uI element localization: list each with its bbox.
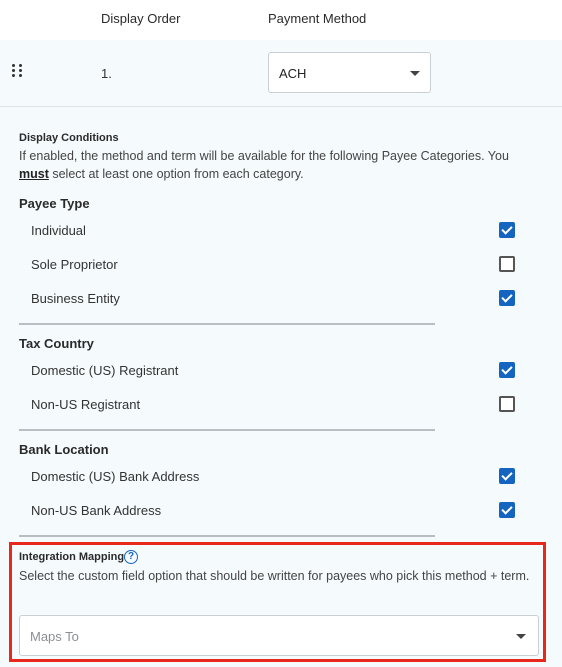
checkbox-individual[interactable] (499, 222, 515, 238)
display-conditions-title: Display Conditions (19, 132, 119, 144)
chevron-down-icon (410, 71, 420, 76)
display-order-value: 1. (101, 66, 112, 81)
option-sole-proprietor-label: Sole Proprietor (31, 257, 118, 272)
option-non-us-registrant-label: Non-US Registrant (31, 397, 141, 412)
option-domestic-bank-label: Domestic (US) Bank Address (31, 469, 200, 484)
payment-method-header: Payment Method (268, 11, 367, 26)
checkbox-business-entity[interactable] (499, 290, 515, 306)
help-icon[interactable]: ? (124, 550, 138, 564)
payment-method-select[interactable]: ACH (268, 52, 431, 93)
payee-type-title: Payee Type (19, 196, 90, 211)
display-order-header: Display Order (101, 11, 181, 26)
maps-to-select[interactable]: Maps To (19, 615, 539, 656)
tax-country-title: Tax Country (19, 336, 94, 351)
section-divider (19, 535, 435, 537)
drag-handle-icon[interactable] (12, 64, 24, 78)
section-divider (19, 429, 435, 431)
description-text: If enabled, the method and term will be … (19, 149, 509, 163)
chevron-down-icon (516, 634, 526, 639)
checkbox-domestic-registrant[interactable] (499, 362, 515, 378)
integration-mapping-description: Select the custom field option that shou… (19, 569, 530, 583)
payment-method-value: ACH (279, 66, 307, 81)
checkbox-sole-proprietor[interactable] (499, 256, 515, 272)
checkbox-non-us-bank[interactable] (499, 502, 515, 518)
option-business-entity-label: Business Entity (31, 291, 120, 306)
checkbox-non-us-registrant[interactable] (499, 396, 515, 412)
table-header: Display Order Payment Method (0, 0, 562, 41)
must-emphasis: must (19, 167, 49, 181)
option-non-us-bank-label: Non-US Bank Address (31, 503, 162, 518)
table-row: 1. ACH (0, 40, 562, 107)
option-individual-label: Individual (31, 223, 86, 238)
display-conditions-description: If enabled, the method and term will be … (19, 147, 534, 183)
option-domestic-registrant-label: Domestic (US) Registrant (31, 363, 179, 378)
description-text: select at least one option from each cat… (48, 167, 304, 181)
maps-to-placeholder: Maps To (30, 629, 79, 644)
section-divider (19, 323, 435, 325)
integration-mapping-title: Integration Mapping (19, 551, 125, 563)
checkbox-domestic-bank[interactable] (499, 468, 515, 484)
bank-location-title: Bank Location (19, 442, 109, 457)
